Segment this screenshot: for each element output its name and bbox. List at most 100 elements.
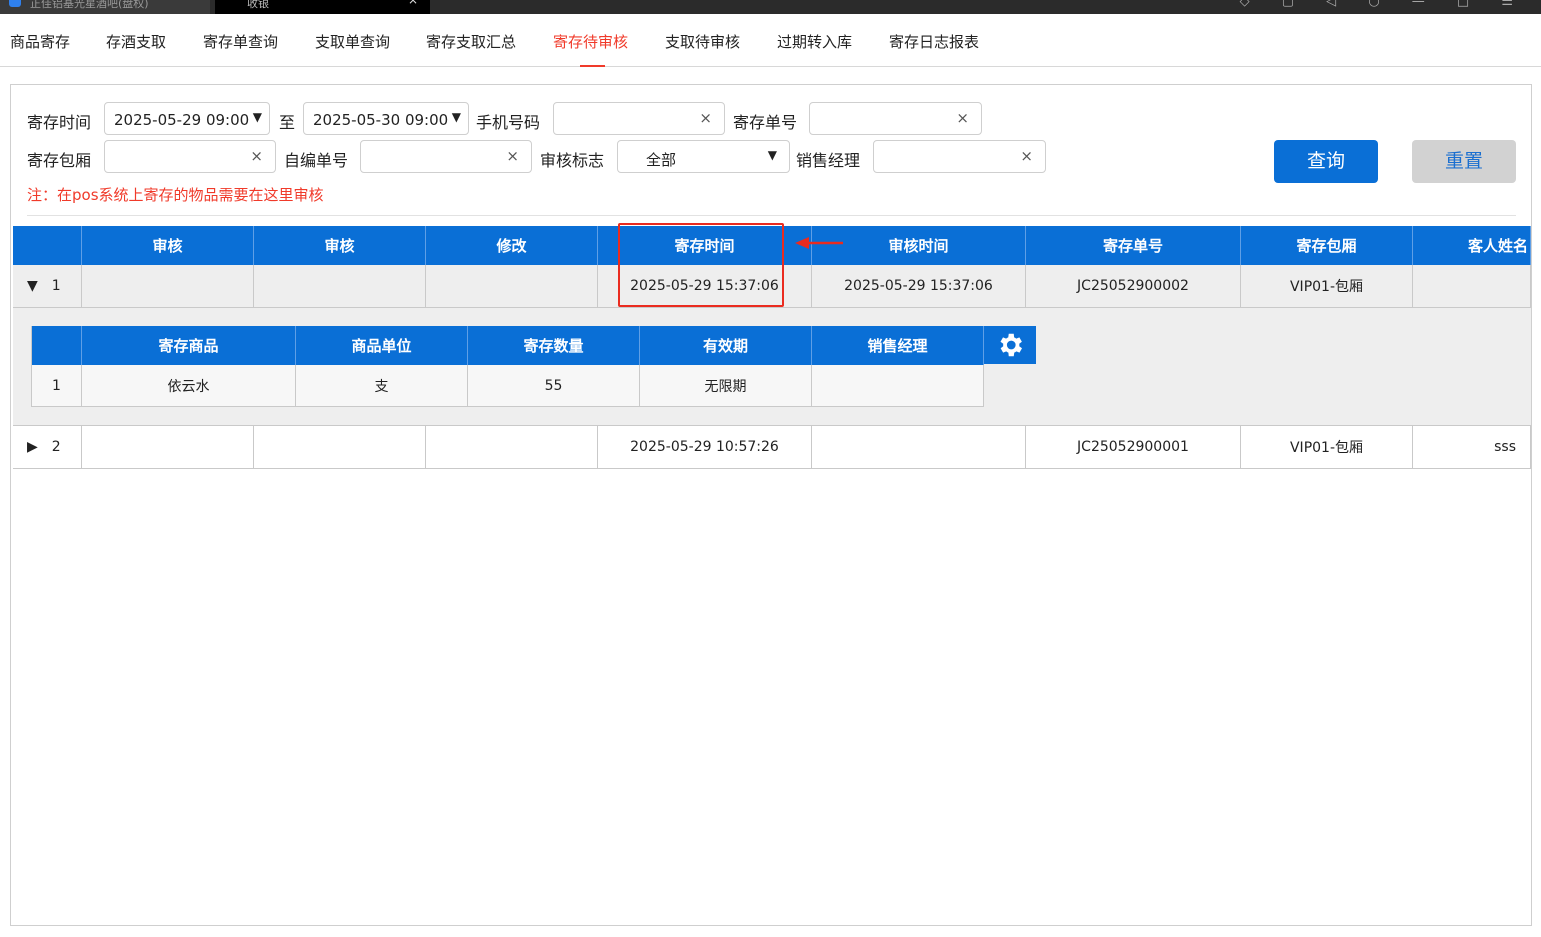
clear-deposit-no-icon[interactable]: × — [956, 109, 969, 127]
audit-flag-select[interactable]: 全部 ▼ — [617, 140, 790, 173]
clear-manager-icon[interactable]: × — [1020, 147, 1033, 165]
phone-label: 手机号码 — [476, 113, 541, 132]
clear-room-icon[interactable]: × — [250, 147, 263, 165]
manager-input[interactable] — [880, 145, 1009, 169]
cell-deposit-time: 2025-05-29 15:37:06 — [598, 265, 812, 308]
table-header: 审核 审核 修改 寄存时间 审核时间 寄存单号 寄存包厢 客人姓名 — [13, 226, 1531, 265]
end-time-picker[interactable]: 2025-05-30 09:00 ▼ — [303, 102, 469, 135]
cell-audit-1[interactable] — [82, 265, 254, 308]
nav-item-summary[interactable]: 寄存支取汇总 — [426, 31, 516, 52]
nav-item-expired[interactable]: 过期转入库 — [777, 31, 852, 52]
col-header-audit-2[interactable]: 审核 — [254, 226, 426, 265]
phone-input[interactable] — [560, 107, 688, 131]
cell-guest: sss — [1413, 426, 1531, 469]
col-header-audit-1[interactable]: 审核 — [82, 226, 254, 265]
cell-deposit-no: JC25052900001 — [1026, 426, 1241, 469]
browser-tab-cashier[interactable]: 收银 × — [215, 0, 430, 14]
nav-item-withdraw-query[interactable]: 支取单查询 — [315, 31, 390, 52]
browser-tab-store[interactable]: 正佳铝基光星酒吧(盘权) — [0, 0, 210, 14]
detail-col-index — [31, 326, 82, 365]
cell-deposit-time: 2025-05-29 10:57:26 — [598, 426, 812, 469]
detail-cell-product: 依云水 — [82, 365, 296, 407]
detail-cell-validity: 无限期 — [640, 365, 812, 407]
cell-guest — [1413, 265, 1531, 308]
to-label: 至 — [279, 113, 296, 132]
row-expander[interactable]: ▶ 2 — [13, 426, 82, 469]
cell-deposit-no: JC25052900002 — [1026, 265, 1241, 308]
custom-no-input[interactable] — [367, 145, 495, 169]
phone-field[interactable]: × — [553, 102, 725, 135]
room-label: 寄存包厢 — [27, 151, 92, 170]
window-titlebar: 正佳铝基光星酒吧(盘权) 收银 × ◇ ▢ ◁ ○ — □ ☰ — [0, 0, 1541, 14]
col-header-deposit-time[interactable]: 寄存时间 — [598, 226, 812, 265]
table-row[interactable]: ▼ 1 2025-05-29 15:37:06 2025-05-29 15:37… — [13, 265, 1531, 308]
window-controls[interactable]: ◇ ▢ ◁ ○ — □ ☰ — [1240, 0, 1527, 9]
col-header-room[interactable]: 寄存包厢 — [1241, 226, 1413, 265]
manager-field[interactable]: × — [873, 140, 1046, 173]
row-expander[interactable]: ▼ 1 — [13, 265, 82, 308]
audit-flag-label: 审核标志 — [540, 151, 605, 170]
start-time-picker[interactable]: 2025-05-29 09:00 ▼ — [104, 102, 270, 135]
column-settings-gear-icon[interactable] — [984, 326, 1036, 364]
detail-col-manager[interactable]: 销售经理 — [812, 326, 984, 365]
detail-cell-manager — [812, 365, 984, 407]
chevron-down-icon: ▼ — [767, 148, 777, 162]
nav-item-log-report[interactable]: 寄存日志报表 — [889, 31, 979, 52]
nav-item-deposit-pending[interactable]: 寄存待审核 — [553, 31, 628, 52]
collapse-triangle-icon[interactable]: ▼ — [27, 278, 38, 294]
cell-audit-1[interactable] — [82, 426, 254, 469]
deposit-no-label: 寄存单号 — [733, 113, 798, 132]
clear-custom-no-icon[interactable]: × — [506, 147, 519, 165]
nav-item-deposit-query[interactable]: 寄存单查询 — [203, 31, 278, 52]
nav-item-deposit[interactable]: 商品寄存 — [10, 31, 70, 52]
deposit-no-input[interactable] — [816, 107, 945, 131]
nav-item-withdraw-pending[interactable]: 支取待审核 — [665, 31, 740, 52]
chevron-down-icon: ▼ — [451, 110, 461, 124]
end-time-value: 2025-05-30 09:00 — [313, 111, 449, 129]
col-header-modify[interactable]: 修改 — [426, 226, 598, 265]
room-field[interactable]: × — [104, 140, 276, 173]
clear-phone-icon[interactable]: × — [699, 109, 712, 127]
cell-modify[interactable] — [426, 426, 598, 469]
start-time-value: 2025-05-29 09:00 — [114, 111, 250, 129]
col-header-guest[interactable]: 客人姓名 — [1413, 226, 1531, 265]
detail-cell-unit: 支 — [296, 365, 468, 407]
browser-tab-store-label: 正佳铝基光星酒吧(盘权) — [30, 0, 149, 10]
cell-audit-2[interactable] — [254, 426, 426, 469]
query-button[interactable]: 查询 — [1274, 140, 1378, 183]
detail-cell-index: 1 — [31, 365, 82, 407]
col-header-audit-time[interactable]: 审核时间 — [812, 226, 1026, 265]
audit-note: 注：在pos系统上寄存的物品需要在这里审核 — [27, 186, 324, 204]
room-input[interactable] — [111, 145, 239, 169]
cell-audit-time — [812, 426, 1026, 469]
custom-no-field[interactable]: × — [360, 140, 532, 173]
cell-audit-time: 2025-05-29 15:37:06 — [812, 265, 1026, 308]
reset-button[interactable]: 重置 — [1412, 140, 1516, 183]
cell-room: VIP01-包厢 — [1241, 426, 1413, 469]
detail-table-header: 寄存商品 商品单位 寄存数量 有效期 销售经理 — [31, 326, 1036, 365]
browser-tab-cashier-label: 收银 — [247, 0, 269, 10]
detail-col-qty[interactable]: 寄存数量 — [468, 326, 640, 365]
cell-audit-2[interactable] — [254, 265, 426, 308]
deposit-no-field[interactable]: × — [809, 102, 982, 135]
detail-col-product[interactable]: 寄存商品 — [82, 326, 296, 365]
cell-modify[interactable] — [426, 265, 598, 308]
detail-col-validity[interactable]: 有效期 — [640, 326, 812, 365]
nav-item-withdraw[interactable]: 存酒支取 — [106, 31, 166, 52]
cell-room: VIP01-包厢 — [1241, 265, 1413, 308]
detail-table-row[interactable]: 1 依云水 支 55 无限期 — [31, 365, 984, 407]
custom-no-label: 自编单号 — [284, 151, 349, 170]
manager-label: 销售经理 — [796, 151, 861, 170]
close-tab-icon[interactable]: × — [408, 0, 418, 6]
gear-icon — [1000, 333, 1022, 357]
expand-triangle-icon[interactable]: ▶ — [27, 439, 38, 455]
row-index: 1 — [51, 278, 61, 294]
row-index: 2 — [51, 439, 61, 455]
active-tab-indicator — [580, 65, 605, 67]
table-row[interactable]: ▶ 2 2025-05-29 10:57:26 JC25052900001 VI… — [13, 426, 1531, 469]
divider — [27, 215, 1516, 216]
audit-flag-value: 全部 — [646, 151, 677, 169]
detail-col-unit[interactable]: 商品单位 — [296, 326, 468, 365]
col-header-deposit-no[interactable]: 寄存单号 — [1026, 226, 1241, 265]
main-panel: 寄存时间 2025-05-29 09:00 ▼ 至 2025-05-30 09:… — [10, 84, 1532, 926]
